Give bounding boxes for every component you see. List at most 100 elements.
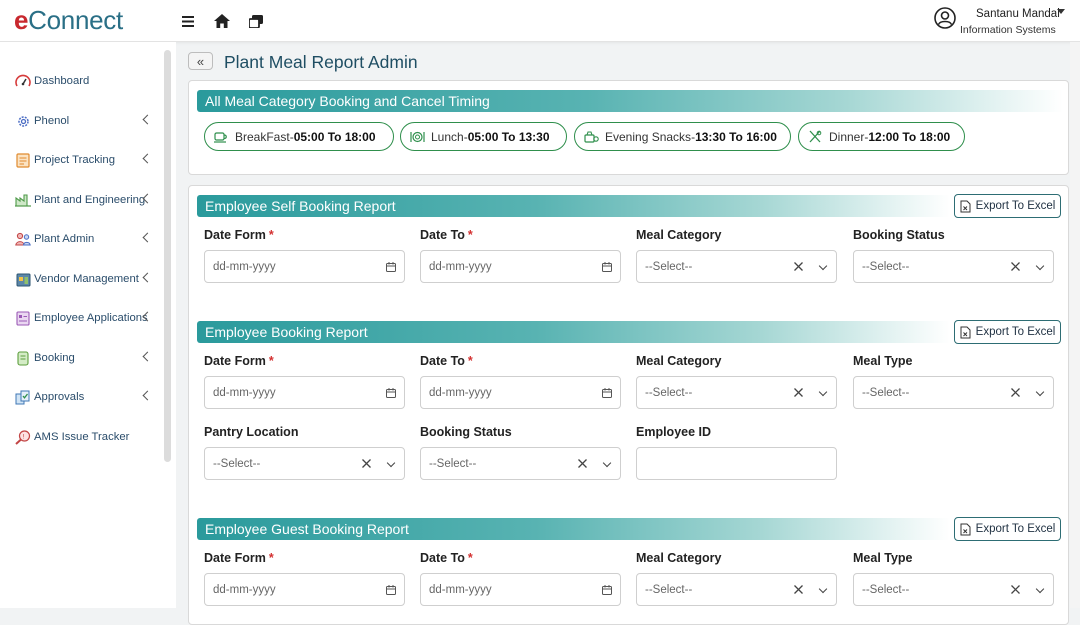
meal-timing-card: All Meal Category Booking and Cancel Tim… — [188, 80, 1069, 175]
booking-icon — [15, 350, 31, 366]
booking-report-export-button[interactable]: Export To Excel — [954, 320, 1061, 344]
self-date-to-input[interactable]: dd-mm-yyyy — [420, 250, 621, 283]
calendar-icon[interactable] — [602, 585, 612, 595]
meal-time: 05:00 To 13:30 — [467, 129, 550, 144]
booking-date-from-input[interactable]: dd-mm-yyyy — [204, 376, 405, 409]
meal-name: BreakFast — [235, 129, 290, 144]
booking-pantry-location-select[interactable]: --Select-- — [204, 447, 405, 480]
chevron-down-icon[interactable] — [818, 387, 828, 397]
select-placeholder: --Select-- — [213, 457, 261, 470]
project-icon — [15, 152, 31, 168]
required-mark: * — [268, 551, 274, 565]
lunch-icon — [410, 130, 426, 144]
calendar-icon[interactable] — [602, 262, 612, 272]
sidebar-item-project-tracking[interactable]: Project Tracking — [15, 149, 160, 171]
clear-icon[interactable] — [1010, 584, 1021, 595]
chevron-down-icon[interactable] — [1035, 584, 1045, 594]
meal-time: 05:00 To 18:00 — [293, 129, 376, 144]
approvals-icon — [15, 389, 31, 405]
sidebar-item-plant-admin[interactable]: Plant Admin — [15, 228, 160, 250]
clear-icon[interactable] — [793, 387, 804, 398]
select-placeholder: --Select-- — [645, 583, 693, 596]
hamburger-menu-icon[interactable] — [178, 11, 198, 31]
sidebar-item-approvals[interactable]: Approvals — [15, 386, 160, 408]
self-meal-category-select[interactable]: --Select-- — [636, 250, 837, 283]
home-icon[interactable] — [212, 11, 232, 31]
clear-icon[interactable] — [1010, 387, 1021, 398]
user-name[interactable]: Santanu Mandal — [976, 8, 1060, 20]
clear-icon[interactable] — [361, 458, 372, 469]
back-button[interactable]: « — [188, 52, 213, 70]
sidebar-item-dashboard[interactable]: Dashboard — [15, 70, 160, 92]
breakfast-icon — [214, 130, 230, 144]
sidebar-scrollbar[interactable] — [164, 50, 171, 462]
clear-icon[interactable] — [577, 458, 588, 469]
guest-meal-type-select[interactable]: --Select-- — [853, 573, 1054, 606]
booking-meal-type-label: Meal Type — [853, 354, 913, 368]
self-report-export-button[interactable]: Export To Excel — [954, 194, 1061, 218]
window-switch-icon[interactable] — [246, 11, 266, 31]
booking-employee-id-input[interactable] — [636, 447, 837, 480]
sidebar-item-label: Vendor Management — [34, 273, 139, 285]
select-placeholder: --Select-- — [645, 260, 693, 273]
booking-date-to-input[interactable]: dd-mm-yyyy — [420, 376, 621, 409]
dashboard-icon — [15, 73, 31, 89]
clear-icon[interactable] — [1010, 261, 1021, 272]
sidebar-item-phenol[interactable]: Phenol — [15, 110, 160, 132]
chevron-left-icon — [142, 232, 153, 243]
booking-status-select[interactable]: --Select-- — [420, 447, 621, 480]
top-bar: eConnect Santanu Mandal Information Syst… — [0, 0, 1080, 42]
booking-meal-type-select[interactable]: --Select-- — [853, 376, 1054, 409]
self-date-from-input[interactable]: dd-mm-yyyy — [204, 250, 405, 283]
meal-timing-header: All Meal Category Booking and Cancel Tim… — [197, 90, 1063, 112]
select-placeholder: --Select-- — [862, 386, 910, 399]
calendar-icon[interactable] — [386, 585, 396, 595]
calendar-icon[interactable] — [386, 262, 396, 272]
app-logo[interactable]: eConnect — [14, 5, 123, 36]
user-department: Information Systems — [960, 24, 1056, 36]
sidebar-item-ams-issue-tracker[interactable]: ! AMS Issue Tracker — [15, 426, 160, 448]
logo-text: Connect — [28, 5, 123, 35]
clear-icon[interactable] — [793, 584, 804, 595]
sidebar-item-label: Plant and Engineering — [34, 194, 146, 206]
chevron-down-icon[interactable] — [602, 458, 612, 468]
booking-meal-category-select[interactable]: --Select-- — [636, 376, 837, 409]
self-booking-status-select[interactable]: --Select-- — [853, 250, 1054, 283]
guest-date-from-input[interactable]: dd-mm-yyyy — [204, 573, 405, 606]
booking-employee-id-label: Employee ID — [636, 425, 712, 439]
chevron-left-icon — [142, 272, 153, 283]
chevron-down-icon[interactable] — [1035, 261, 1045, 271]
chevron-down-icon[interactable] — [818, 261, 828, 271]
calendar-icon[interactable] — [602, 388, 612, 398]
user-avatar-icon[interactable] — [934, 7, 956, 29]
user-menu-caret-icon[interactable] — [1057, 9, 1065, 14]
chevron-left-icon — [142, 390, 153, 401]
guest-report-export-button[interactable]: Export To Excel — [954, 517, 1061, 541]
sidebar-item-vendor-management[interactable]: Vendor Management — [15, 268, 160, 290]
sidebar-item-booking[interactable]: Booking — [15, 347, 160, 369]
svg-text:!: ! — [23, 433, 25, 440]
snacks-icon — [584, 130, 600, 144]
self-date-from-label: Date Form * — [204, 228, 274, 242]
main-scrollbar[interactable] — [1070, 42, 1080, 608]
required-mark: * — [268, 228, 274, 242]
export-label: Export To Excel — [975, 326, 1056, 338]
sidebar-item-plant-engineering[interactable]: Plant and Engineering — [15, 189, 160, 211]
chevron-down-icon[interactable] — [818, 584, 828, 594]
clear-icon[interactable] — [793, 261, 804, 272]
sidebar-item-label: Plant Admin — [34, 233, 95, 245]
guest-date-to-input[interactable]: dd-mm-yyyy — [420, 573, 621, 606]
calendar-icon[interactable] — [386, 388, 396, 398]
chevron-down-icon[interactable] — [386, 458, 396, 468]
meal-time: 12:00 To 18:00 — [868, 129, 951, 144]
excel-file-icon — [960, 200, 971, 212]
select-placeholder: --Select-- — [645, 386, 693, 399]
chevron-left-icon — [142, 153, 153, 164]
chevron-down-icon[interactable] — [1035, 387, 1045, 397]
guest-meal-type-label: Meal Type — [853, 551, 913, 565]
guest-date-from-label: Date Form * — [204, 551, 274, 565]
booking-pantry-location-label: Pantry Location — [204, 425, 299, 439]
chevron-left-icon — [142, 114, 153, 125]
guest-meal-category-select[interactable]: --Select-- — [636, 573, 837, 606]
sidebar-item-employee-applications[interactable]: Employee Applications — [15, 307, 160, 329]
